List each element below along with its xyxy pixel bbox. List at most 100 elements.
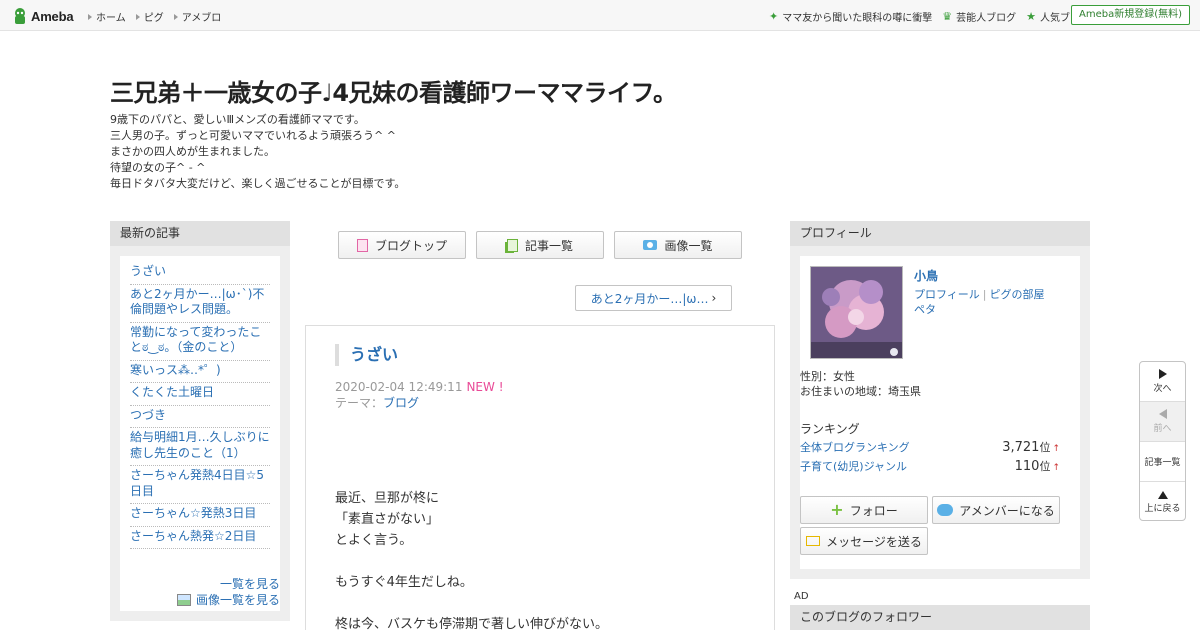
next-button[interactable]: 次へ (1140, 362, 1185, 402)
overall-ranking-link[interactable]: 全体ブログランキング (800, 439, 910, 455)
previous-article-link[interactable]: あと2ヶ月かー…|ω… › (575, 285, 732, 311)
triangle-icon (135, 13, 140, 20)
new-badge: NEW ! (466, 380, 504, 394)
recent-article-link[interactable]: つづき (130, 406, 270, 428)
recent-article-link[interactable]: さーちゃん☆発熱3日目 (130, 504, 270, 527)
ranking-row: 子育て(幼児)ジャンル 110位 ↑ (800, 458, 1060, 474)
top-right-links: ✦ ママ友から聞いた眼科の噂に衝撃 ♛ 芸能人ブログ ★ 人気ブログ (769, 9, 1090, 25)
entry-title[interactable]: うざい (335, 344, 398, 366)
body-line (335, 551, 608, 572)
profile-link[interactable]: プロフィール (914, 288, 980, 301)
prev-button[interactable]: 前へ (1140, 402, 1185, 442)
play-left-icon (1158, 409, 1167, 419)
genre-ranking-link[interactable]: 子育て(幼児)ジャンル (800, 458, 907, 474)
recent-articles-list: うざい あと2ヶ月かー…|ω･`)不倫問題やレス問題。 常勤になって変わったこと… (120, 256, 280, 611)
celebrity-blog-label: 芸能人ブログ (956, 13, 1017, 24)
side-article-list-label: 記事一覧 (1144, 458, 1181, 468)
image-list-label: 画像一覧 (664, 238, 713, 253)
recent-article-link[interactable]: 常勤になって変わったことಠ‿ಠ。（金のこと） (130, 323, 270, 361)
top-bar: Ameba ホーム ピグ アメブロ ✦ ママ友から聞いた眼科の噂に衝撃 ♛ 芸能人ブ… (0, 0, 1200, 31)
article-list-button[interactable]: 記事一覧 (476, 231, 604, 259)
send-message-button[interactable]: メッセージを送る (800, 527, 928, 555)
sparkle-icon: ✦ (769, 9, 779, 23)
ad-label: AD (794, 591, 809, 602)
side-article-list-button[interactable]: 記事一覧 (1140, 442, 1185, 482)
back-to-top-button[interactable]: 上に戻る (1140, 482, 1185, 522)
entry-date: 2020-02-04 12:49:11 (335, 380, 463, 394)
nav-ameblo-label: アメブロ (181, 13, 222, 24)
send-message-label: メッセージを送る (826, 534, 922, 549)
article-list-label: 記事一覧 (524, 238, 573, 253)
recent-article-link[interactable]: さーちゃん発熱4日目☆5日目 (130, 466, 270, 504)
copy-pages-icon (506, 238, 518, 252)
amember-icon (937, 504, 954, 516)
image-list-button[interactable]: 画像一覧 (614, 231, 742, 259)
description-line: まさかの四人めが生まれました。 (110, 145, 275, 158)
top-nav: ホーム ピグ アメブロ (88, 9, 221, 24)
description-line: 三人男の子。ずっと可愛いママでいれるよう頑張ろう^ ^ (110, 129, 396, 142)
blog-description: 9歳下のパパと、愛しいⅢメンズの看護師ママです。 三人男の子。ずっと可愛いママで… (110, 112, 405, 192)
blog-title[interactable]: 三兄弟＋一歳女の子♩4兄妹の看護師ワーママライフ。 (110, 73, 677, 108)
next-label: 次へ (1153, 384, 1172, 394)
recent-article-link[interactable]: あと2ヶ月かー…|ω･`)不倫問題やレス問題。 (130, 285, 270, 323)
profile-info: 性別：女性 お住まいの地域：埼玉県 (800, 369, 921, 399)
ranking-unit: 位 (1039, 460, 1051, 473)
profile-heading: プロフィール (790, 221, 1090, 246)
up-arrow-icon: ↑ (1052, 463, 1060, 473)
celebrity-blog-link[interactable]: ♛ 芸能人ブログ (942, 9, 1017, 25)
nav-ameblo[interactable]: アメブロ (173, 9, 222, 24)
see-all-link[interactable]: 一覧を見る (220, 576, 280, 592)
blog-top-label: ブログトップ (374, 238, 447, 253)
recent-article-link[interactable]: くたくた土曜日 (130, 383, 270, 406)
prev-label: 前へ (1153, 424, 1172, 434)
ranking-value: 110 (1014, 459, 1040, 474)
promo-link-label: ママ友から聞いた眼科の噂に衝撃 (782, 13, 933, 24)
divider: | (982, 288, 987, 301)
recent-article-link[interactable]: 寒いっス⁂‥*゜) (130, 361, 270, 383)
promo-link[interactable]: ✦ ママ友から聞いた眼科の噂に衝撃 (769, 9, 933, 25)
description-line: 待望の女の子^ - ^ (110, 161, 206, 174)
left-footer-links: 一覧を見る 画像一覧を見る (176, 576, 280, 608)
amember-button[interactable]: アメンバーになる (932, 496, 1060, 524)
followers-heading: このブログのフォロワー (800, 610, 933, 624)
body-line: もうすぐ4年生だしね。 (335, 575, 473, 590)
previous-article-label: あと2ヶ月かー…|ω… (590, 291, 709, 306)
profile-avatar[interactable] (810, 266, 903, 359)
flower-bouquet-image (811, 267, 902, 358)
see-images-link[interactable]: 画像一覧を見る (196, 592, 280, 608)
profile-name[interactable]: 小鳥 (914, 267, 938, 284)
blog-top-button[interactable]: ブログトップ (338, 231, 466, 259)
back-to-top-label: 上に戻る (1144, 503, 1181, 514)
body-line (335, 593, 608, 614)
follow-button[interactable]: + フォロー (800, 496, 928, 524)
ameba-mascot-icon (15, 8, 25, 24)
followers-box: このブログのフォロワー (790, 605, 1090, 630)
triangle-icon (88, 13, 92, 20)
register-button[interactable]: Ameba新規登録(無料) (1070, 5, 1190, 25)
body-line: 「素直さがない」 (335, 512, 440, 527)
description-line: 毎日ドタバタ大変だけど、楽しく過ごせることが目標です。 (110, 177, 406, 190)
profile-panel: 小鳥 プロフィール | ピグの部屋 ペタ 性別：女性 お住まいの地域：埼玉県 ランキ… (800, 256, 1080, 569)
image-icon (176, 594, 191, 606)
floating-side-nav: 次へ 前へ 記事一覧 上に戻る (1139, 361, 1186, 521)
ameba-logo[interactable]: Ameba (12, 6, 74, 26)
recent-articles-heading: 最新の記事 (110, 221, 290, 246)
document-icon (356, 238, 368, 252)
nav-home[interactable]: ホーム (88, 9, 126, 24)
triangle-icon (173, 13, 178, 20)
blog-entry: うざい 2020-02-04 12:49:11 NEW ! テーマ：ブログ 最近、… (305, 325, 775, 630)
entry-body: 最近、旦那が柊に 「素直さがない」 とよく言う。 もうすぐ4年生だしね。 柊は今… (335, 488, 608, 630)
play-right-icon (1158, 369, 1167, 379)
logo-text: Ameba (31, 8, 74, 24)
nav-pigg[interactable]: ピグ (135, 9, 164, 24)
theme-link[interactable]: ブログ (383, 396, 419, 410)
recent-article-link[interactable]: 給与明細1月…久しぶりに癒し先生のこと（1） (130, 428, 270, 466)
peta-link[interactable]: ペタ (914, 303, 936, 316)
recent-article-link[interactable]: うざい (130, 262, 270, 285)
region: お住まいの地域：埼玉県 (800, 385, 921, 398)
crown-icon: ♛ (942, 9, 953, 23)
triangle-up-icon (1157, 490, 1168, 499)
pigg-room-link[interactable]: ピグの部屋 (990, 288, 1045, 301)
recent-article-link[interactable]: さーちゃん熱発☆2日目 (130, 527, 270, 549)
body-line: とよく言う。 (335, 533, 413, 548)
